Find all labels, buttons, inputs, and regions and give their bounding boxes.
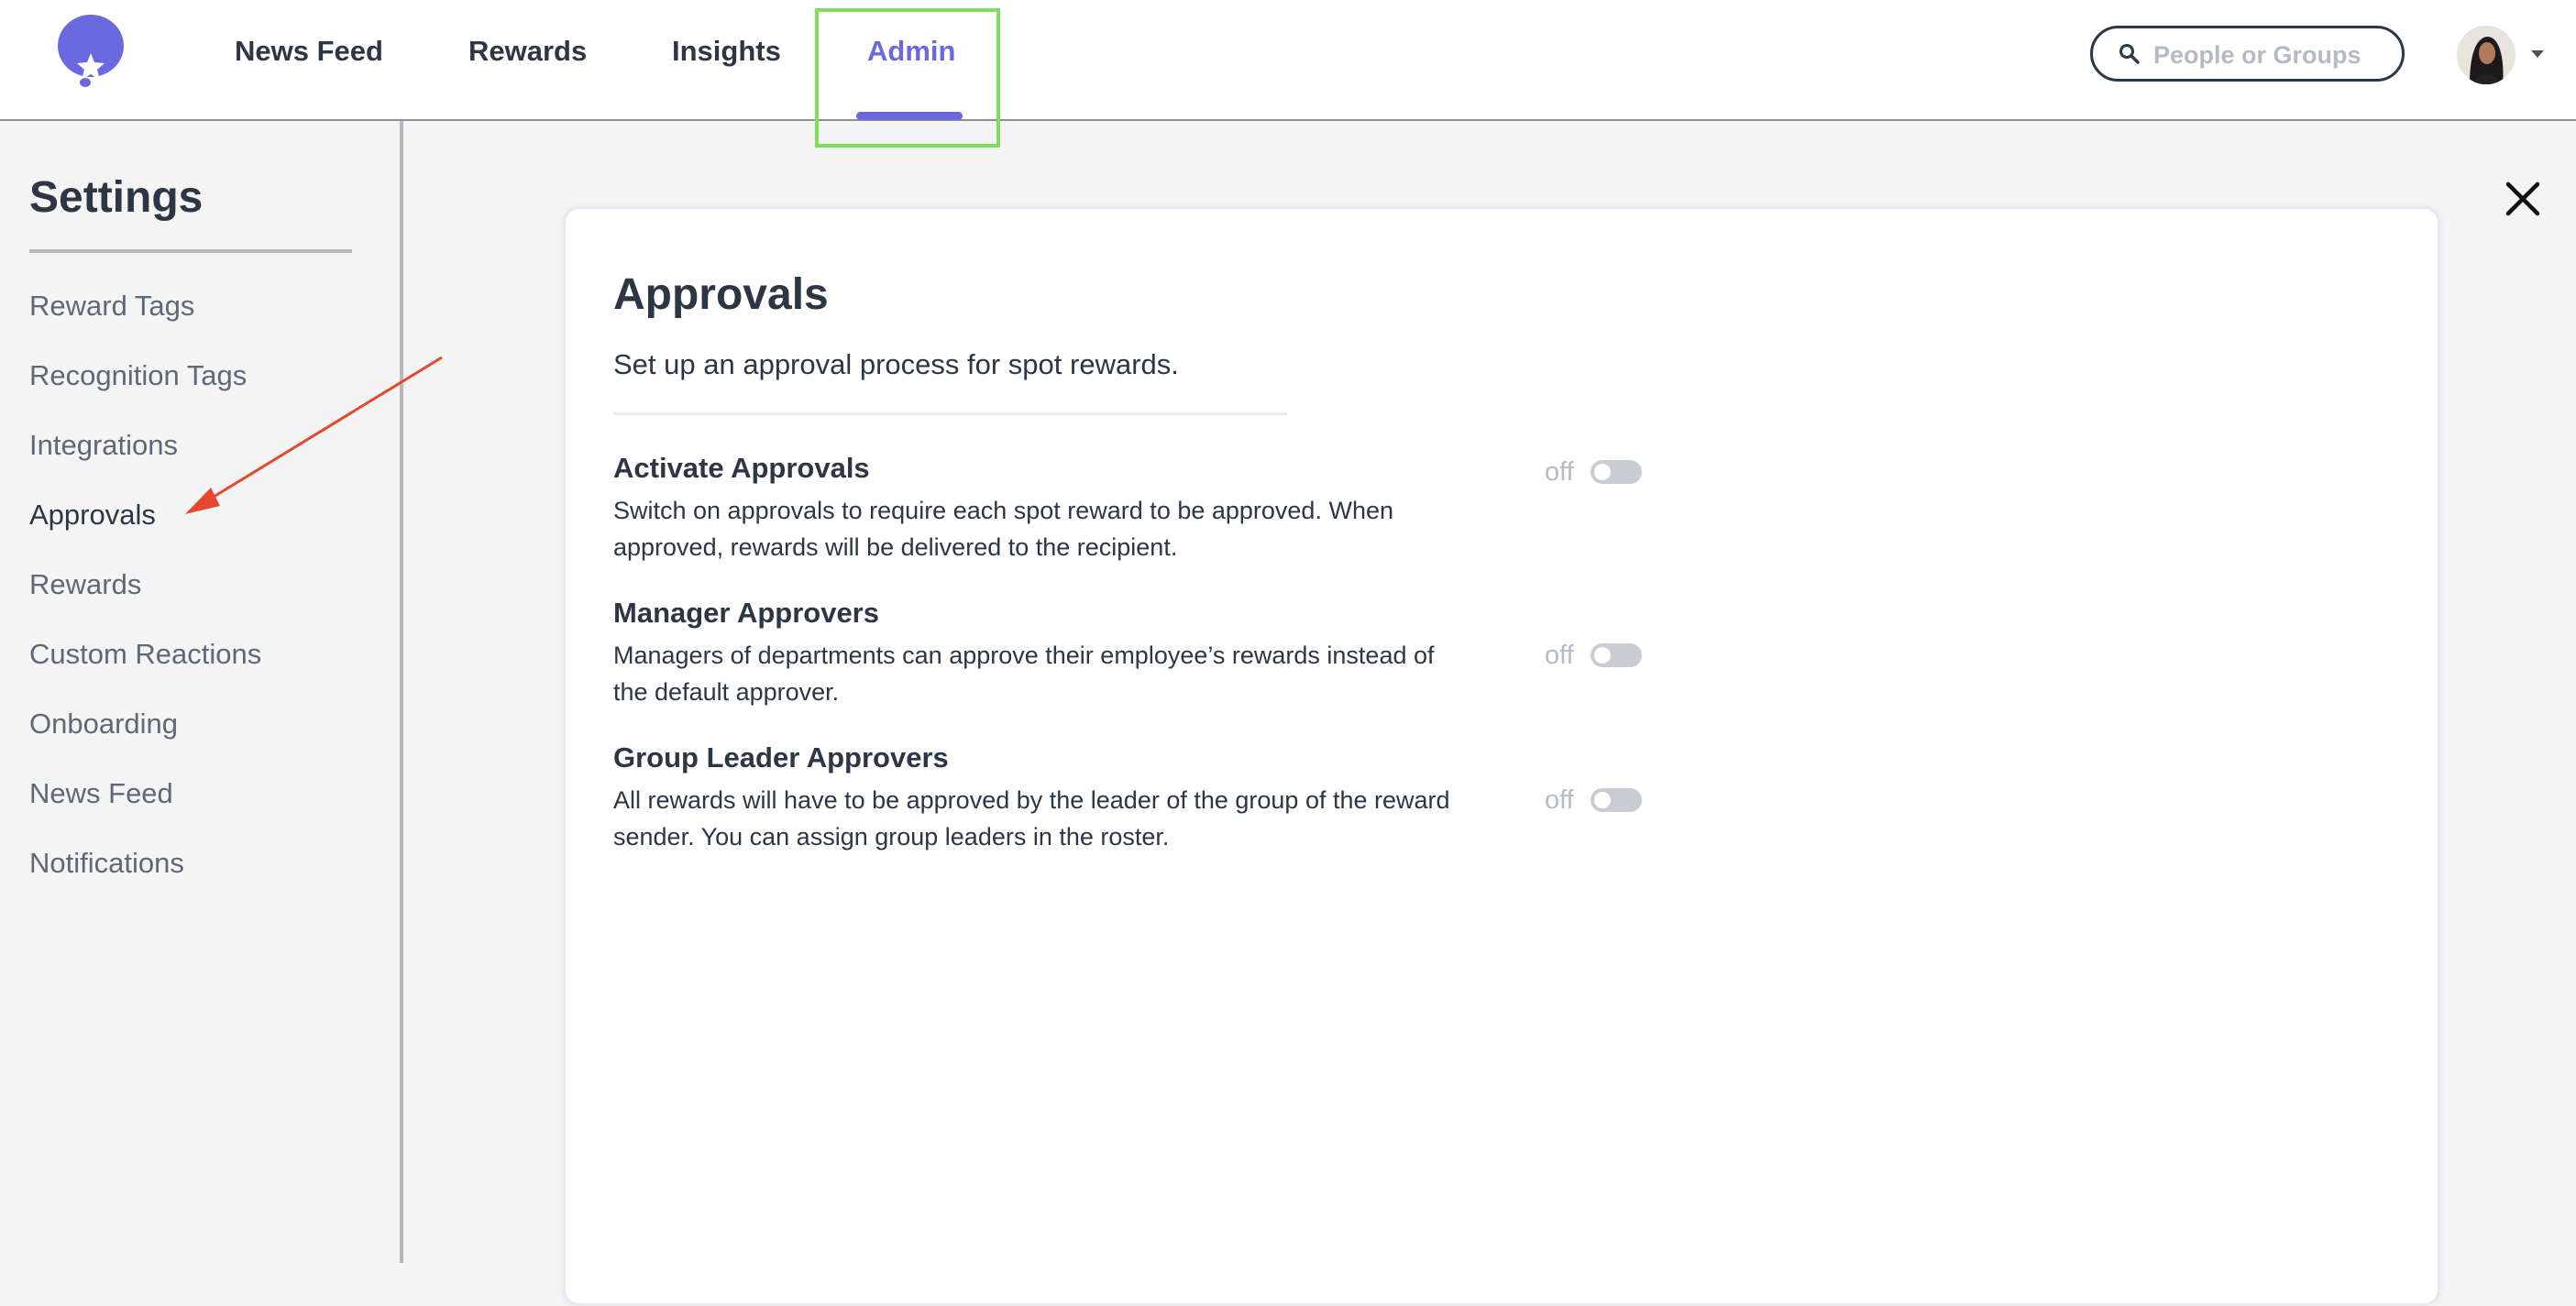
- activate-approvals-toggle[interactable]: [1591, 460, 1642, 484]
- toggle-state-label: off: [1545, 457, 1574, 487]
- settings-sidebar: Settings Reward Tags Recognition Tags In…: [0, 121, 403, 1263]
- sidebar-item-reward-tags[interactable]: Reward Tags: [29, 290, 194, 323]
- toggle-knob: [1594, 792, 1611, 808]
- manager-approvers-toggle-group: off: [1545, 640, 1655, 671]
- setting-manager-approvers: Manager Approvers Managers of department…: [613, 597, 1530, 710]
- group-leader-approvers-toggle[interactable]: [1591, 788, 1642, 812]
- nav-insights[interactable]: Insights: [672, 35, 781, 68]
- setting-description: Switch on approvals to require each spot…: [613, 497, 1393, 561]
- setting-title: Group Leader Approvers: [613, 741, 949, 774]
- sidebar-item-onboarding[interactable]: Onboarding: [29, 708, 178, 741]
- nav-news-feed[interactable]: News Feed: [235, 35, 383, 68]
- setting-title: Activate Approvals: [613, 452, 870, 484]
- avatar[interactable]: [2457, 26, 2515, 84]
- sidebar-item-approvals[interactable]: Approvals: [29, 499, 156, 532]
- setting-description: All rewards will have to be approved by …: [613, 786, 1450, 851]
- sidebar-divider: [29, 249, 352, 253]
- page-title: Approvals: [613, 270, 829, 319]
- caret-down-icon[interactable]: [2530, 48, 2545, 64]
- search-icon: [2119, 44, 2140, 64]
- group-leader-approvers-toggle-group: off: [1545, 785, 1655, 816]
- sidebar-item-news-feed[interactable]: News Feed: [29, 777, 173, 810]
- setting-title: Manager Approvers: [613, 597, 879, 629]
- sidebar-item-recognition-tags[interactable]: Recognition Tags: [29, 359, 247, 392]
- toggle-knob: [1594, 647, 1611, 664]
- search-input[interactable]: [2152, 37, 2394, 73]
- close-icon[interactable]: [2503, 179, 2543, 219]
- activate-approvals-toggle-group: off: [1545, 456, 1655, 488]
- sidebar-item-rewards[interactable]: Rewards: [29, 568, 141, 601]
- approvals-card: Approvals Set up an approval process for…: [563, 206, 2440, 1306]
- nav-admin[interactable]: Admin: [867, 35, 955, 68]
- manager-approvers-toggle[interactable]: [1591, 643, 1642, 667]
- setting-description: Managers of departments can approve thei…: [613, 642, 1435, 706]
- setting-activate-approvals: Activate Approvals Switch on approvals t…: [613, 452, 1530, 565]
- setting-group-leader-approvers: Group Leader Approvers All rewards will …: [613, 741, 1530, 855]
- sidebar-title: Settings: [29, 173, 204, 222]
- nav-rewards[interactable]: Rewards: [468, 35, 587, 68]
- sidebar-item-integrations[interactable]: Integrations: [29, 429, 178, 462]
- top-nav-bar: News Feed Rewards Insights Admin: [0, 0, 2576, 121]
- search-box[interactable]: [2090, 26, 2405, 82]
- active-tab-indicator: [856, 112, 963, 120]
- sidebar-item-notifications[interactable]: Notifications: [29, 847, 184, 880]
- title-divider: [613, 412, 1287, 415]
- toggle-state-label: off: [1545, 785, 1574, 815]
- page-subtitle: Set up an approval process for spot rewa…: [613, 348, 1179, 380]
- toggle-state-label: off: [1545, 641, 1574, 670]
- sidebar-item-custom-reactions[interactable]: Custom Reactions: [29, 638, 261, 671]
- balloon-logo-icon[interactable]: [55, 13, 127, 90]
- toggle-knob: [1594, 464, 1611, 480]
